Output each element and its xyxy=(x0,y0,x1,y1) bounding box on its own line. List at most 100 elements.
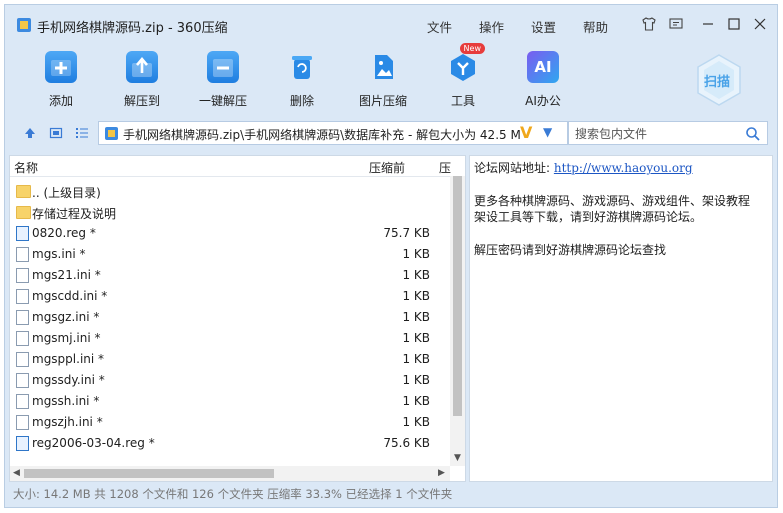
delete-button[interactable]: 删除 xyxy=(270,51,334,113)
address-bar: 手机网络棋牌源码.zip\手机网络棋牌源码\数据库补充 - 解包大小为 42.5… xyxy=(5,117,777,151)
menu-file[interactable]: 文件 xyxy=(427,17,452,36)
list-item[interactable]: 存储过程及说明 xyxy=(10,202,450,223)
status-bar: 大小: 14.2 MB 共 1208 个文件和 126 个文件夹 压缩率 33.… xyxy=(13,487,453,501)
tools-button[interactable]: New 工具 xyxy=(431,43,495,113)
scroll-right-arrow-icon[interactable]: ▶ xyxy=(438,468,445,478)
path-text: 手机网络棋牌源码.zip\手机网络棋牌源码\数据库补充 - 解包大小为 42.5… xyxy=(123,128,521,142)
tools-icon: New xyxy=(447,43,485,83)
list-item[interactable]: mgsgz.ini * 1 KB xyxy=(10,307,450,328)
minimize-icon[interactable] xyxy=(699,16,717,34)
file-size: 75.6 KB xyxy=(383,436,430,450)
image-compress-button[interactable]: 图片压缩 xyxy=(351,51,415,113)
list-item[interactable]: mgscdd.ini * 1 KB xyxy=(10,286,450,307)
archive-comment-pane: 论坛网站地址: http://www.haoyou.org 更多各种棋牌源码、游… xyxy=(469,155,773,482)
comment-line: 架设工具等下载，请到好游棋牌源码论坛。 xyxy=(474,210,703,224)
maximize-icon[interactable] xyxy=(725,16,743,34)
ai-office-icon: AI xyxy=(527,51,559,83)
add-icon xyxy=(45,51,77,83)
image-compress-icon xyxy=(367,51,399,83)
folder-icon xyxy=(16,185,31,198)
vertical-scrollbar[interactable]: ▼ xyxy=(450,176,465,466)
file-size: 1 KB xyxy=(402,373,430,387)
folder-icon xyxy=(16,206,31,219)
ai-office-button[interactable]: AI AI办公 xyxy=(511,51,575,113)
file-name: mgssh.ini * xyxy=(32,394,100,408)
check-v-icon[interactable]: V xyxy=(520,123,532,142)
list-item[interactable]: mgsmj.ini * 1 KB xyxy=(10,328,450,349)
file-name: mgssdy.ini * xyxy=(32,373,105,387)
list-item[interactable]: 0820.reg * 75.7 KB xyxy=(10,223,450,244)
list-item[interactable]: mgssdy.ini * 1 KB xyxy=(10,370,450,391)
horizontal-scroll-thumb[interactable] xyxy=(24,469,274,478)
file-size: 1 KB xyxy=(402,394,430,408)
forum-url-link[interactable]: http://www.haoyou.org xyxy=(554,161,693,175)
list-item[interactable]: mgssh.ini * 1 KB xyxy=(10,391,450,412)
file-name: 0820.reg * xyxy=(32,226,96,240)
registry-file-icon xyxy=(16,436,29,451)
view-list-icon[interactable] xyxy=(75,126,89,140)
column-name-header[interactable]: 名称 xyxy=(14,159,38,176)
zip-archive-icon xyxy=(17,18,31,32)
scroll-down-arrow-icon[interactable]: ▼ xyxy=(454,453,461,463)
column-packed-header[interactable]: 压 xyxy=(439,159,451,176)
column-header: 名称 压缩前 压 xyxy=(10,156,465,177)
up-arrow-icon[interactable] xyxy=(23,126,37,140)
list-item[interactable]: reg2006-03-04.reg * 75.6 KB xyxy=(10,433,450,454)
path-field[interactable]: 手机网络棋牌源码.zip\手机网络棋牌源码\数据库补充 - 解包大小为 42.5… xyxy=(98,121,568,145)
toolbar: 添加 解压到 一键解压 删除 图片压缩 New 工具 AI AI办公 扫描 xyxy=(5,43,777,117)
ai-office-label: AI办公 xyxy=(525,94,561,108)
view-thumbnail-icon[interactable] xyxy=(49,126,63,140)
menu-help[interactable]: 帮助 xyxy=(583,17,608,36)
ini-file-icon xyxy=(16,247,29,262)
ini-file-icon xyxy=(16,289,29,304)
file-name: mgs21.ini * xyxy=(32,268,101,282)
search-icon[interactable] xyxy=(745,126,761,142)
scroll-left-arrow-icon[interactable]: ◀ xyxy=(13,468,20,478)
skin-shirt-icon[interactable] xyxy=(640,16,658,34)
menu-settings[interactable]: 设置 xyxy=(531,17,556,36)
file-name: mgszjh.ini * xyxy=(32,415,103,429)
list-item[interactable]: mgszjh.ini * 1 KB xyxy=(10,412,450,433)
horizontal-scrollbar[interactable]: ◀ ▶ xyxy=(10,466,450,481)
extract-to-icon xyxy=(126,51,158,83)
file-size: 1 KB xyxy=(402,247,430,261)
one-click-extract-button[interactable]: 一键解压 xyxy=(191,51,255,113)
ini-file-icon xyxy=(16,394,29,409)
list-item[interactable]: mgs21.ini * 1 KB xyxy=(10,265,450,286)
file-name: mgscdd.ini * xyxy=(32,289,108,303)
file-size: 1 KB xyxy=(402,415,430,429)
column-size-header[interactable]: 压缩前 xyxy=(369,159,405,176)
list-item[interactable]: mgsppl.ini * 1 KB xyxy=(10,349,450,370)
scan-label: 扫描 xyxy=(704,75,731,90)
file-name: 存储过程及说明 xyxy=(32,207,117,221)
ini-file-icon xyxy=(16,310,29,325)
zip-archive-icon xyxy=(105,127,118,140)
search-input[interactable] xyxy=(573,124,737,144)
scan-button[interactable]: 扫描 xyxy=(694,53,744,107)
list-item[interactable]: mgs.ini * 1 KB xyxy=(10,244,450,265)
ini-file-icon xyxy=(16,373,29,388)
file-size: 1 KB xyxy=(402,352,430,366)
ini-file-icon xyxy=(16,415,29,430)
vertical-scroll-thumb[interactable] xyxy=(453,176,462,416)
delete-icon xyxy=(286,51,318,83)
close-icon[interactable] xyxy=(751,16,769,34)
search-box xyxy=(568,121,768,145)
feedback-icon[interactable] xyxy=(667,16,685,34)
extract-to-label: 解压到 xyxy=(123,94,160,108)
menu-operation[interactable]: 操作 xyxy=(479,17,504,36)
forum-url-label: 论坛网站地址: xyxy=(474,161,551,175)
file-name: .. (上级目录) xyxy=(32,186,101,200)
comment-line: 更多各种棋牌源码、游戏源码、游戏组件、架设教程 xyxy=(474,193,751,208)
file-list-pane: 名称 压缩前 压 .. (上级目录) 存储过程及说明 0820.reg * 75… xyxy=(9,155,466,482)
add-label: 添加 xyxy=(48,94,73,108)
chevron-down-icon[interactable]: ▼ xyxy=(543,125,552,139)
add-button[interactable]: 添加 xyxy=(29,51,93,113)
file-name: mgsmj.ini * xyxy=(32,331,101,345)
file-name: mgsgz.ini * xyxy=(32,310,100,324)
extract-to-button[interactable]: 解压到 xyxy=(110,51,174,113)
file-size: 1 KB xyxy=(402,268,430,282)
ini-file-icon xyxy=(16,331,29,346)
new-badge: New xyxy=(459,43,485,54)
list-item[interactable]: .. (上级目录) xyxy=(10,181,450,202)
